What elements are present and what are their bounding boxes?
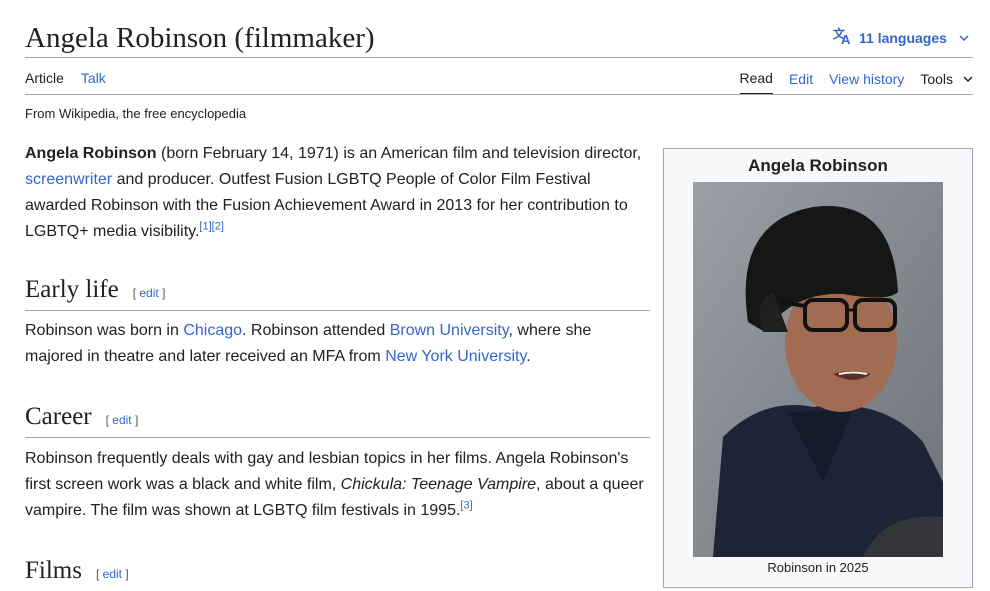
link-brown-university[interactable]: Brown University [390, 322, 509, 339]
infobox-caption: Robinson in 2025 [767, 560, 869, 575]
translate-icon: 文 A [833, 26, 853, 50]
tab-view-history[interactable]: View history [829, 71, 904, 94]
link-screenwriter[interactable]: screenwriter [25, 171, 112, 188]
reference-1[interactable]: [1] [199, 221, 211, 233]
section-heading-early-life: Early life [ edit ] [25, 277, 650, 311]
early-life-paragraph: Robinson was born in Chicago. Robinson a… [25, 322, 592, 365]
portrait-image[interactable] [693, 182, 943, 557]
site-tagline: From Wikipedia, the free encyclopedia [25, 106, 247, 121]
section-edit: [ edit ] [132, 286, 166, 300]
tab-article[interactable]: Article [25, 70, 64, 93]
view-tabs: Read Edit View history Tools [739, 70, 974, 95]
tools-label: Tools [920, 71, 953, 87]
career-paragraph: Robinson frequently deals with gay and l… [25, 450, 644, 519]
chevron-down-icon [959, 31, 969, 45]
film-title: Chickula: Teenage Vampire [340, 476, 537, 493]
section-edit: [ edit ] [105, 413, 139, 427]
section-edit: [ edit ] [95, 567, 129, 581]
section-heading-films: Films [ edit ] [25, 558, 650, 591]
title-divider [25, 57, 973, 58]
tab-read[interactable]: Read [739, 70, 773, 95]
tools-menu-button[interactable]: Tools [920, 71, 973, 94]
link-new-york-university[interactable]: New York University [385, 348, 526, 365]
page-title: Angela Robinson (filmmaker) [25, 22, 375, 54]
tabs-divider [25, 94, 973, 95]
namespace-tabs: Article Talk [25, 70, 106, 93]
reference-3[interactable]: [3] [460, 500, 472, 512]
edit-section-link[interactable]: edit [112, 413, 131, 427]
section-heading-career: Career [ edit ] [25, 404, 650, 438]
tab-talk[interactable]: Talk [81, 70, 106, 93]
reference-2[interactable]: [2] [212, 221, 224, 233]
svg-text:A: A [841, 32, 851, 45]
chevron-down-icon [963, 71, 973, 87]
edit-section-link[interactable]: edit [139, 286, 158, 300]
subject-name: Angela Robinson [25, 145, 157, 162]
link-chicago[interactable]: Chicago [183, 322, 242, 339]
infobox-title: Angela Robinson [748, 156, 888, 175]
intro-paragraph: Angela Robinson (born February 14, 1971)… [25, 145, 642, 240]
infobox: Angela Robinson Robinson in 2025 [663, 148, 973, 588]
article-body: Angela Robinson (born February 14, 1971)… [25, 141, 650, 591]
edit-section-link[interactable]: edit [103, 567, 122, 581]
tab-edit[interactable]: Edit [789, 71, 813, 94]
languages-button[interactable]: 文 A 11 languages [833, 26, 969, 50]
languages-label: 11 languages [859, 30, 947, 46]
